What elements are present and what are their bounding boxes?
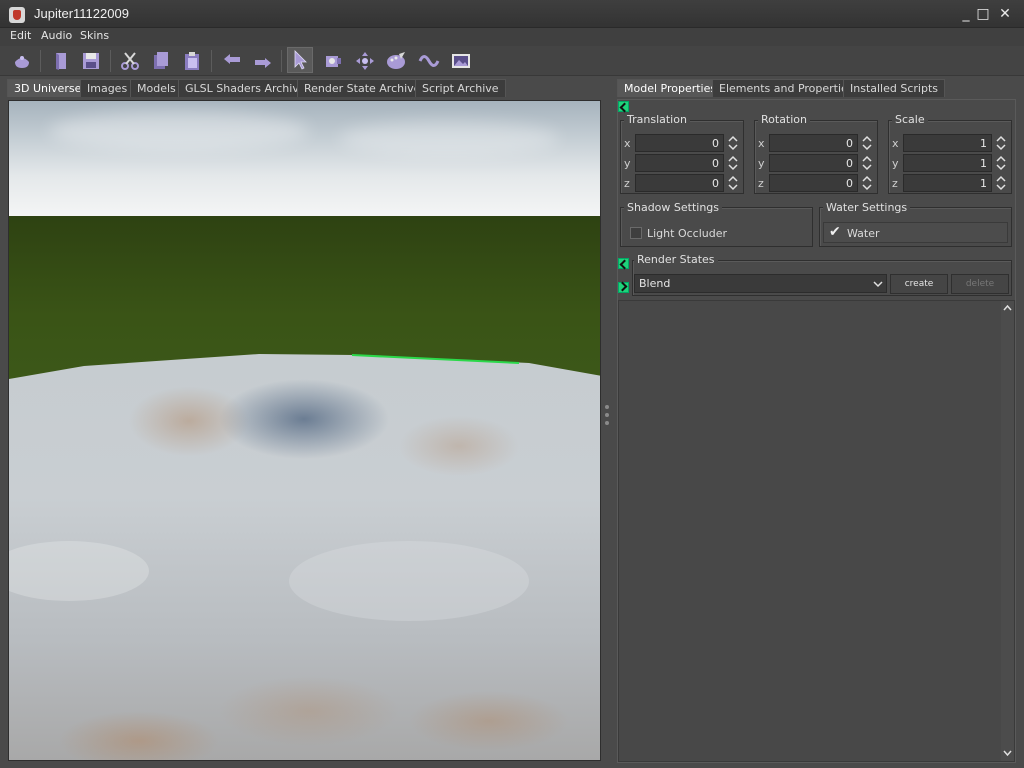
rotation-y-field[interactable]: 0 [769,154,858,172]
spinner-arrows-icon[interactable] [726,174,740,192]
pointer-icon[interactable] [287,47,313,73]
potion-icon[interactable] [9,48,35,74]
water-checkbox-checkmark[interactable]: ✔ [829,224,841,240]
picture-icon[interactable] [448,48,474,74]
save-disk-icon[interactable] [78,48,104,74]
scroll-up-icon[interactable] [1002,302,1013,314]
menu-skins[interactable]: Skins [80,29,109,42]
spinner-arrows-icon[interactable] [860,174,874,192]
spinner-arrows-icon[interactable] [994,134,1008,152]
water-plane [9,354,600,760]
axis-label-x: x [758,137,765,150]
axis-label-y: y [624,157,631,170]
translation-title: Translation [624,113,690,126]
render-states-title: Render States [634,253,718,266]
axis-label-x: x [892,137,899,150]
spinner-arrows-icon[interactable] [994,154,1008,172]
axis-label-y: y [758,157,765,170]
close-button[interactable]: ✕ [996,7,1014,23]
rotation-title: Rotation [758,113,811,126]
rotation-x-field[interactable]: 0 [769,134,858,152]
camera-icon[interactable] [320,48,346,74]
translation-z-field[interactable]: 0 [635,174,724,192]
light-occluder-label: Light Occluder [647,227,728,240]
tab-render-state-archive[interactable]: Render State Archive [297,79,428,97]
scale-y-field[interactable]: 1 [903,154,992,172]
create-button[interactable]: create [890,274,948,294]
delete-button[interactable]: delete [951,274,1009,294]
copy-icon[interactable] [148,48,174,74]
expand-toggle-icon[interactable] [618,258,629,269]
axis-label-z: z [892,177,898,190]
render-state-select[interactable]: Blend [634,274,887,293]
axis-label-z: z [758,177,764,190]
spinner-arrows-icon[interactable] [994,174,1008,192]
spinner-arrows-icon[interactable] [726,154,740,172]
minimize-button[interactable]: _ [957,7,975,23]
scale-z-field[interactable]: 1 [903,174,992,192]
toolbar-separator [211,50,212,72]
spinner-arrows-icon[interactable] [860,134,874,152]
title-bar [0,0,1024,28]
axis-label-y: y [892,157,899,170]
water-label: Water [847,227,880,240]
maximize-button[interactable]: □ [974,7,992,23]
3d-viewport[interactable] [8,100,601,761]
axis-label-x: x [624,137,631,150]
toolbar-separator [110,50,111,72]
menu-audio[interactable]: Audio [41,29,72,42]
tab-model-properties[interactable]: Model Properties [617,79,724,97]
menu-edit[interactable]: Edit [10,29,31,42]
java-app-icon [9,7,25,23]
scroll-down-icon[interactable] [1002,747,1013,759]
shadow-settings-title: Shadow Settings [624,201,723,214]
paste-icon[interactable] [179,48,205,74]
translation-y-field[interactable]: 0 [635,154,724,172]
menu-bar [0,28,1024,46]
splitter-handle[interactable] [605,405,610,435]
tab-elements-and-properties[interactable]: Elements and Properties [712,79,861,97]
rotation-z-field[interactable]: 0 [769,174,858,192]
collapse-toggle-icon[interactable] [618,101,629,112]
water-settings-title: Water Settings [823,201,911,214]
vertical-scrollbar[interactable] [1001,301,1014,761]
scissors-icon[interactable] [117,48,143,74]
undo-arrow-icon[interactable] [219,48,245,74]
move-arrows-icon[interactable] [352,48,378,74]
window-title: Jupiter11122009 [34,6,129,21]
spinner-arrows-icon[interactable] [726,134,740,152]
tab-script-archive[interactable]: Script Archive [415,79,506,97]
scale-x-field[interactable]: 1 [903,134,992,152]
palette-icon[interactable] [383,48,409,74]
open-book-icon[interactable] [48,48,74,74]
render-state-value: Blend [639,277,671,290]
spinner-arrows-icon[interactable] [860,154,874,172]
redo-arrow-icon[interactable] [250,48,276,74]
tab-installed-scripts[interactable]: Installed Scripts [843,79,945,97]
scale-title: Scale [892,113,928,126]
translation-x-field[interactable]: 0 [635,134,724,152]
chevron-down-icon[interactable] [870,274,886,293]
toolbar-separator [40,50,41,72]
light-occluder-checkbox[interactable] [630,227,642,239]
tab-glsl-shaders-archive[interactable]: GLSL Shaders Archive [178,79,313,97]
tab-3d-universe[interactable]: 3D Universe [7,79,89,97]
collapse-toggle-icon[interactable] [618,282,629,293]
render-state-properties-area[interactable] [618,300,1015,762]
tab-models[interactable]: Models [130,79,183,97]
wave-icon[interactable] [416,48,442,74]
toolbar-separator [281,50,282,72]
tab-images[interactable]: Images [80,79,135,97]
axis-label-z: z [624,177,630,190]
